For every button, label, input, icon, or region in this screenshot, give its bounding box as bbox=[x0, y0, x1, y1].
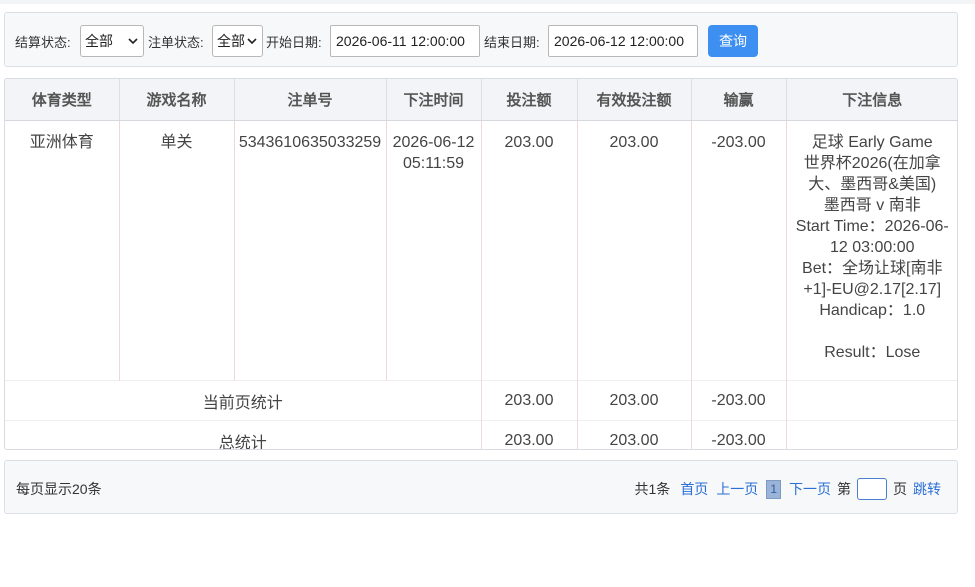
bet-info-line: Start Time：2026-06-12 03:00:00 bbox=[795, 218, 949, 256]
table-header-row: 体育类型 游戏名称 注单号 下注时间 投注额 有效投注额 输赢 下注信息 bbox=[5, 79, 957, 121]
page-total-row: 当前页统计 203.00 203.00 -203.00 bbox=[5, 380, 957, 421]
cell-valid-amount: 203.00 bbox=[577, 120, 692, 381]
pagination-bar: 每页显示20条 共1条 首页 上一页 1 下一页 第 页 跳转 bbox=[4, 460, 958, 514]
order-status-select[interactable]: 全部 bbox=[212, 25, 263, 57]
page-total-win-loss: -203.00 bbox=[691, 380, 787, 421]
bet-info-line: Result：Lose bbox=[824, 344, 921, 361]
bet-info-line: 足球 Early Game bbox=[811, 134, 933, 151]
next-page-link[interactable]: 下一页 bbox=[789, 479, 831, 499]
bet-info-spacer bbox=[789, 321, 957, 342]
current-page: 1 bbox=[766, 479, 781, 499]
start-date-input[interactable]: 2026-06-11 12:00:00 bbox=[330, 25, 480, 57]
settle-status-value: 全部 bbox=[85, 33, 113, 49]
header-bet-time: 下注时间 bbox=[386, 79, 482, 121]
bet-info-line: Bet：全场让球[南非 +1]-EU@2.17[2.17] bbox=[802, 260, 943, 298]
table-row: 亚洲体育 单关 5343610635033259 2026-06-12 05:1… bbox=[5, 120, 957, 381]
jump-link[interactable]: 跳转 bbox=[913, 479, 941, 499]
prev-page-link[interactable]: 上一页 bbox=[716, 479, 758, 499]
page-total-empty bbox=[786, 380, 957, 421]
bet-info-line: 世界杯2026(在加拿大、墨西哥&美国) bbox=[803, 155, 941, 193]
page-total-label: 当前页统计 bbox=[5, 380, 482, 421]
cell-game-name: 单关 bbox=[119, 120, 235, 381]
header-bet-amount: 投注额 bbox=[481, 79, 578, 121]
goto-suffix: 页 bbox=[893, 481, 907, 497]
pager: 共1条 首页 上一页 1 下一页 第 页 跳转 bbox=[635, 478, 941, 500]
filter-bar: 结算状态: 全部 注单状态: 全部 开始日期: 2026-06-11 12:00… bbox=[4, 12, 958, 67]
cell-sport-type: 亚洲体育 bbox=[5, 120, 120, 381]
header-game-name: 游戏名称 bbox=[119, 79, 235, 121]
grand-total-win-loss: -203.00 bbox=[691, 420, 787, 449]
bet-info-line: Handicap：1.0 bbox=[819, 302, 926, 319]
grand-total-valid-amount: 203.00 bbox=[577, 420, 692, 449]
end-date-label: 结束日期: bbox=[484, 35, 540, 50]
query-button[interactable]: 查询 bbox=[708, 25, 758, 57]
chevron-down-icon bbox=[128, 38, 138, 45]
header-sport-type: 体育类型 bbox=[5, 79, 120, 121]
settle-status-select[interactable]: 全部 bbox=[80, 25, 144, 57]
page-number-input[interactable] bbox=[857, 478, 887, 500]
header-bet-info: 下注信息 bbox=[786, 79, 957, 121]
header-win-loss: 输赢 bbox=[691, 79, 787, 121]
order-status-label: 注单状态: bbox=[148, 35, 204, 50]
chevron-down-icon bbox=[247, 38, 257, 45]
grand-total-empty bbox=[786, 420, 957, 449]
top-divider bbox=[0, 0, 975, 4]
page-total-bet-amount: 203.00 bbox=[481, 380, 578, 421]
page-total-valid-amount: 203.00 bbox=[577, 380, 692, 421]
order-status-value: 全部 bbox=[217, 33, 245, 49]
start-date-label: 开始日期: bbox=[266, 35, 322, 50]
cell-win-loss: -203.00 bbox=[691, 120, 787, 381]
header-valid-amount: 有效投注额 bbox=[577, 79, 692, 121]
per-page-text: 每页显示20条 bbox=[16, 481, 102, 497]
bet-records-table: 体育类型 游戏名称 注单号 下注时间 投注额 有效投注额 输赢 下注信息 亚洲体… bbox=[4, 78, 958, 450]
total-count: 共1条 bbox=[634, 481, 671, 497]
bet-info-line: 墨西哥 v 南非 bbox=[823, 197, 921, 214]
first-page-link[interactable]: 首页 bbox=[680, 479, 708, 499]
grand-total-row: 总统计 203.00 203.00 -203.00 bbox=[5, 420, 957, 449]
cell-bet-time: 2026-06-12 05:11:59 bbox=[386, 120, 482, 381]
settle-status-label: 结算状态: bbox=[15, 35, 71, 50]
cell-bet-amount: 203.00 bbox=[481, 120, 578, 381]
goto-prefix: 第 bbox=[837, 481, 851, 497]
grand-total-bet-amount: 203.00 bbox=[481, 420, 578, 449]
cell-order-no: 5343610635033259 bbox=[234, 120, 387, 381]
cell-bet-info: 足球 Early Game 世界杯2026(在加拿大、墨西哥&美国) 墨西哥 v… bbox=[786, 121, 957, 381]
end-date-input[interactable]: 2026-06-12 12:00:00 bbox=[548, 25, 698, 57]
header-order-no: 注单号 bbox=[234, 79, 387, 121]
grand-total-label: 总统计 bbox=[5, 420, 482, 449]
